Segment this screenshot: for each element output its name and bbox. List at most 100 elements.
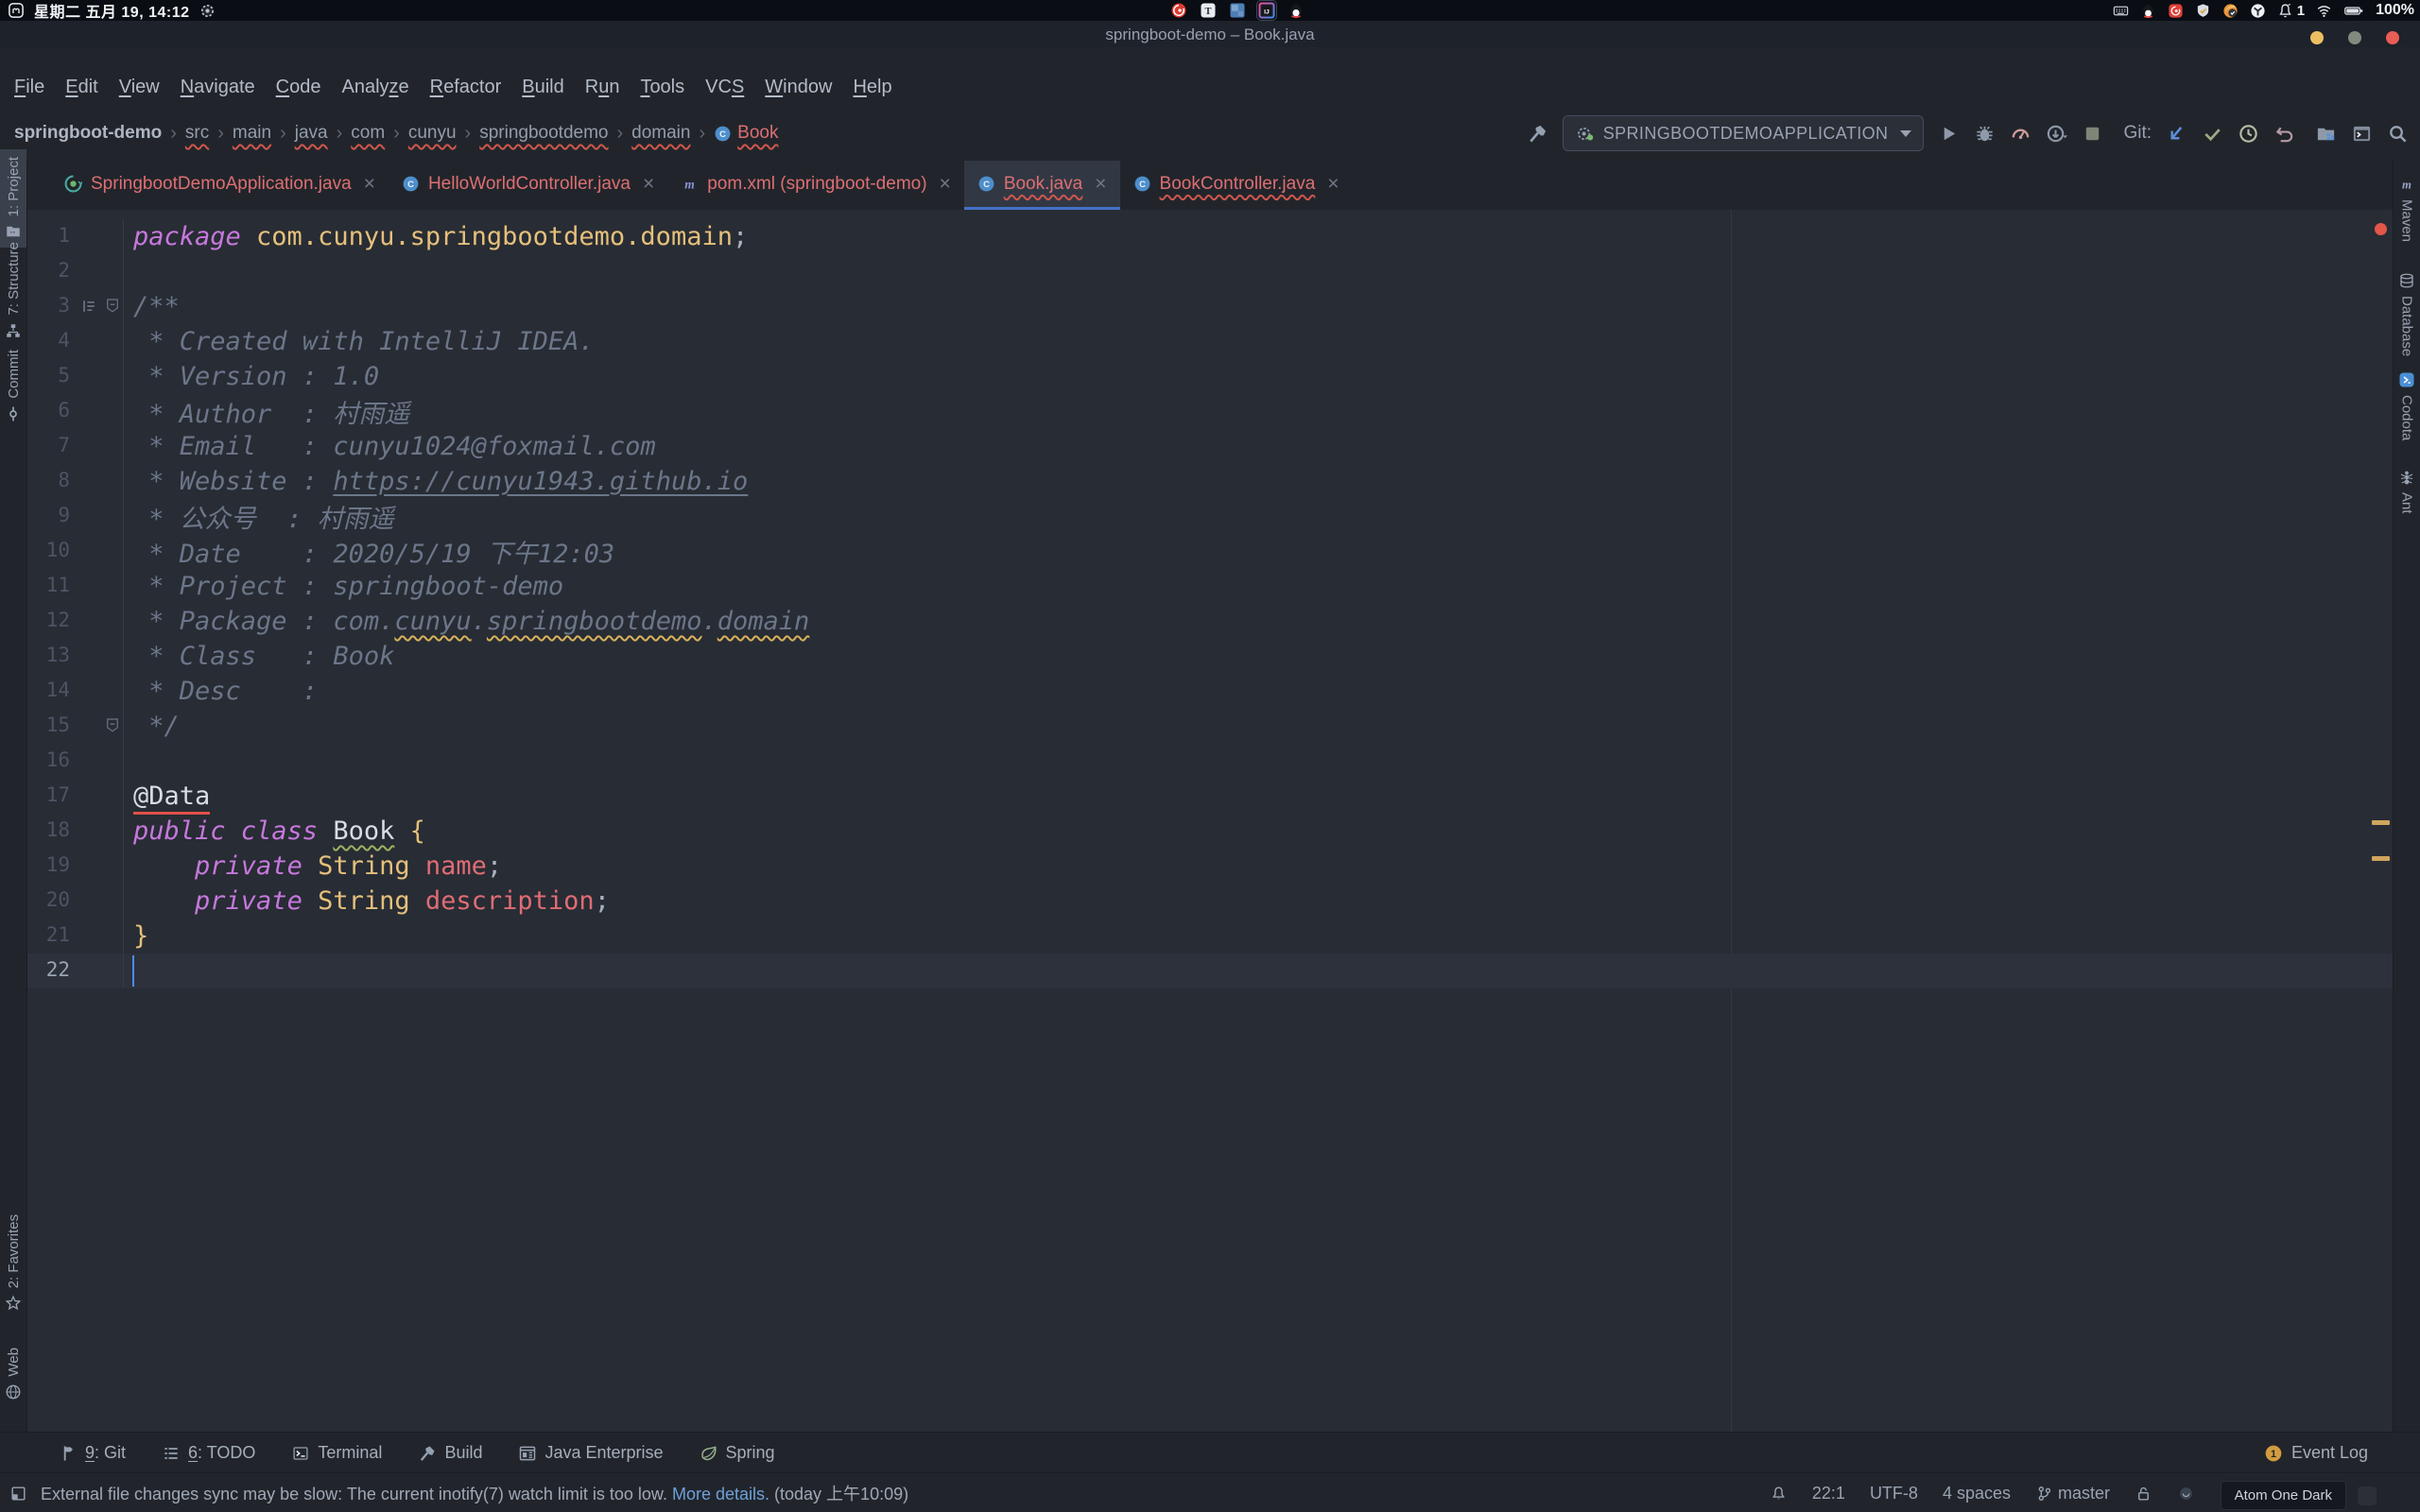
battery-icon[interactable] [2343, 3, 2364, 19]
breadcrumb-item[interactable]: springbootdemo [479, 123, 608, 144]
close-icon[interactable]: × [1095, 174, 1106, 194]
run-play-icon[interactable] [1938, 123, 1960, 145]
rollback-icon[interactable] [2273, 123, 2295, 145]
profile-icon[interactable] [2010, 123, 2031, 145]
tool-stripe-maven[interactable]: mMaven [2394, 168, 2420, 249]
notification-bell-icon[interactable] [2277, 3, 2293, 19]
build-hammer-icon[interactable] [1527, 123, 1548, 145]
shield-check-icon[interactable] [2195, 3, 2211, 19]
menu-code[interactable]: Code [266, 73, 332, 106]
code-line[interactable]: 8 * Website : https://cunyu1943.github.i… [27, 464, 2393, 499]
menu-window[interactable]: Window [754, 73, 842, 106]
history-icon[interactable] [2238, 123, 2259, 145]
tool-window-button-6-todo[interactable]: 6: TODO [162, 1443, 255, 1463]
stop-icon[interactable] [2082, 123, 2103, 145]
comment-marker-icon[interactable] [79, 297, 98, 316]
code-line[interactable]: 7 * Email : cunyu1024@foxmail.com [27, 429, 2393, 464]
system-clock[interactable]: 星期二 五月 19, 14:12 [34, 0, 190, 22]
netease-music-tray-icon[interactable] [2168, 3, 2184, 19]
tool-window-button-terminal[interactable]: Terminal [291, 1443, 382, 1463]
code-line[interactable]: 22 [27, 954, 2393, 988]
menu-run[interactable]: Run [575, 73, 631, 106]
code-line[interactable]: 16 [27, 744, 2393, 779]
tool-stripe-7-structure[interactable]: 7: Structure [0, 234, 26, 347]
maximize-button[interactable] [2348, 31, 2361, 44]
code-line[interactable]: 2 [27, 254, 2393, 289]
tool-window-button-build[interactable]: Build [418, 1443, 482, 1463]
code-line[interactable]: 12 * Package : com.cunyu.springbootdemo.… [27, 604, 2393, 639]
keyboard-icon[interactable] [2113, 3, 2129, 19]
tool-stripe-1-project[interactable]: 1: Project [0, 149, 26, 248]
code-line[interactable]: 13 * Class : Book [27, 639, 2393, 674]
editor-tab[interactable]: mpom.xml (springboot-demo)× [667, 161, 964, 210]
menu-navigate[interactable]: Navigate [170, 73, 266, 106]
editor-tab[interactable]: CHelloWorldController.java× [389, 161, 667, 210]
code-line[interactable]: 9 * 公众号 : 村雨遥 [27, 499, 2393, 534]
code-line[interactable]: 10 * Date : 2020/5/19 下午12:03 [27, 534, 2393, 569]
file-encoding[interactable]: UTF-8 [1870, 1484, 1918, 1503]
qq-tray-icon[interactable] [2140, 3, 2156, 19]
menu-edit[interactable]: Edit [55, 73, 108, 106]
code-line[interactable]: 11 * Project : springboot-demo [27, 569, 2393, 604]
indent-setting[interactable]: 4 spaces [1943, 1484, 2011, 1503]
debug-bug-icon[interactable] [1974, 123, 1996, 145]
indicator-icon[interactable] [2177, 1485, 2195, 1503]
breadcrumb-item[interactable]: domain [631, 123, 690, 144]
status-bell-icon[interactable] [1770, 1485, 1788, 1503]
code-line[interactable]: 21} [27, 919, 2393, 954]
menu-tools[interactable]: Tools [630, 73, 695, 106]
menu-analyze[interactable]: Analyze [331, 73, 419, 106]
menu-vcs[interactable]: VCS [695, 73, 754, 106]
code-editor[interactable]: 1package com.cunyu.springbootdemo.domain… [27, 210, 2393, 1432]
code-line[interactable]: 3/** [27, 289, 2393, 324]
tool-stripe-codota[interactable]: Codota [2394, 364, 2420, 448]
git-commit-icon[interactable] [2202, 123, 2223, 145]
menu-build[interactable]: Build [511, 73, 574, 106]
menu-view[interactable]: View [109, 73, 170, 106]
fold-icon[interactable] [104, 297, 121, 314]
settings-icon[interactable] [199, 3, 216, 19]
tool-window-switcher-icon[interactable] [9, 1485, 27, 1503]
code-line[interactable]: 6 * Author : 村雨遥 [27, 394, 2393, 429]
tool-window-button-9-git[interactable]: 9: Git [59, 1443, 126, 1463]
tool-window-button-java-enterprise[interactable]: Java Enterprise [518, 1443, 663, 1463]
more-details-link[interactable]: More details. [672, 1485, 769, 1503]
editor-tab[interactable]: CBookController.java× [1120, 161, 1353, 210]
menu-help[interactable]: Help [842, 73, 902, 106]
code-line[interactable]: 5 * Version : 1.0 [27, 359, 2393, 394]
code-line[interactable]: 4 * Created with IntelliJ IDEA. [27, 324, 2393, 359]
close-icon[interactable]: × [364, 174, 375, 194]
tool-window-button-spring[interactable]: Spring [700, 1443, 775, 1463]
tool-stripe-web[interactable]: Web [0, 1340, 26, 1408]
editor-tab[interactable]: CBook.java× [964, 161, 1120, 210]
qq-app-icon[interactable] [1288, 2, 1305, 19]
wifi-icon[interactable] [2316, 3, 2332, 19]
tool-stripe-ant[interactable]: Ant [2394, 461, 2420, 522]
run-configuration-select[interactable]: SPRINGBOOTDEMOAPPLICATION [1563, 115, 1925, 151]
minimize-button[interactable] [2310, 31, 2324, 44]
typora-app-icon[interactable]: T [1200, 2, 1217, 19]
tool-stripe-database[interactable]: Database [2394, 265, 2420, 364]
corner-widget-icon[interactable] [2358, 1486, 2377, 1505]
code-line[interactable]: 18public class Book { [27, 814, 2393, 849]
netease-music-app-icon[interactable] [1170, 2, 1187, 19]
blue-app-icon[interactable] [1229, 2, 1246, 19]
menu-refactor[interactable]: Refactor [420, 73, 512, 106]
close-button[interactable] [2386, 31, 2399, 44]
caret-position[interactable]: 22:1 [1812, 1484, 1845, 1503]
breadcrumb-project[interactable]: springboot-demo [14, 123, 162, 144]
event-log-button[interactable]: 1 Event Log [2264, 1433, 2368, 1473]
git-branch-widget[interactable]: master [2035, 1484, 2110, 1503]
breadcrumb-item[interactable]: src [185, 123, 209, 144]
editor-tab[interactable]: SpringbootDemoApplication.java× [51, 161, 389, 210]
breadcrumb-item[interactable]: Book [737, 123, 778, 144]
coverage-icon[interactable] [2046, 123, 2067, 145]
run-console-icon[interactable] [2351, 123, 2373, 145]
window-titlebar[interactable]: springboot-demo – Book.java [0, 21, 2420, 47]
close-icon[interactable]: × [1327, 174, 1339, 194]
breadcrumb-item[interactable]: main [233, 123, 271, 144]
tool-stripe-commit[interactable]: Commit [0, 342, 26, 430]
tool-stripe-2-favorites[interactable]: 2: Favorites [0, 1207, 26, 1319]
git-update-icon[interactable] [2166, 123, 2187, 145]
intellij-idea-app-icon[interactable]: IJ [1258, 2, 1275, 19]
